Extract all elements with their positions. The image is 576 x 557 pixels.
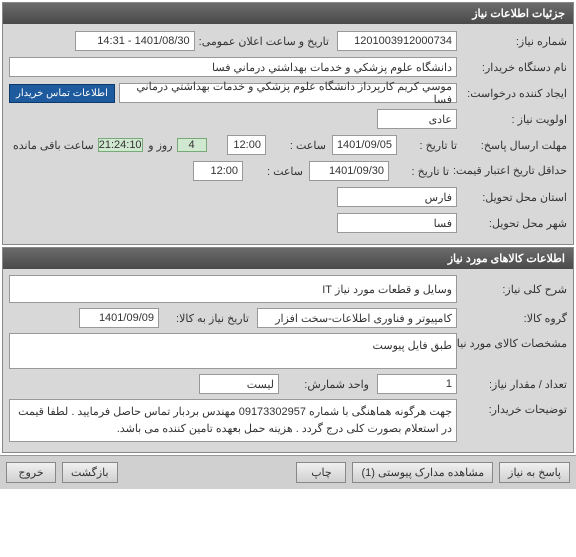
price-valid-date-field: 1401/09/30 bbox=[309, 161, 389, 181]
price-valid-time-field: 12:00 bbox=[193, 161, 243, 181]
priority-field: عادی bbox=[377, 109, 457, 129]
days-and-label: روز و bbox=[143, 139, 173, 152]
group-label: گروه کالا: bbox=[457, 312, 567, 325]
deadline-time-field: 12:00 bbox=[227, 135, 266, 155]
time-label-2: ساعت : bbox=[243, 165, 303, 178]
unit-label: واحد شمارش: bbox=[279, 378, 369, 391]
buyer-org-field: دانشگاه علوم پزشکي و خدمات بهداشتي درمان… bbox=[9, 57, 457, 77]
city-label: شهر محل تحویل: bbox=[457, 217, 567, 230]
spec-label: مشخصات کالای مورد نیاز: bbox=[457, 333, 567, 350]
footer-bar: پاسخ به نیاز مشاهده مدارک پیوستی (1) چاپ… bbox=[0, 455, 576, 489]
qty-field: 1 bbox=[377, 374, 457, 394]
buyer-note-field: جهت هرگونه هماهنگی با شماره 09173302957 … bbox=[9, 399, 457, 442]
creator-label: ایجاد کننده درخواست: bbox=[457, 87, 567, 100]
need-number-label: شماره نیاز: bbox=[457, 35, 567, 48]
remaining-days-field: 4 bbox=[177, 138, 207, 152]
time-label-1: ساعت : bbox=[266, 139, 326, 152]
buyer-note-label: توضیحات خریدار: bbox=[457, 399, 567, 416]
need-panel-body: شماره نیاز: 1201003912000734 تاریخ و ساع… bbox=[3, 24, 573, 244]
group-field: کامپیوتر و فناوری اطلاعات-سخت افزار bbox=[257, 308, 457, 328]
goods-panel: اطلاعات کالاهای مورد نیاز شرح کلی نیاز: … bbox=[2, 247, 574, 453]
remaining-time-field: 21:24:10 bbox=[98, 138, 143, 152]
need-date-field: 1401/09/09 bbox=[79, 308, 159, 328]
province-label: استان محل تحویل: bbox=[457, 191, 567, 204]
creator-field: موسي كريم كارپرداز دانشگاه علوم پزشكي و … bbox=[119, 83, 457, 103]
need-details-panel: جزئیات اطلاعات نیاز شماره نیاز: 12010039… bbox=[2, 2, 574, 245]
goods-panel-body: شرح کلی نیاز: وسایل و قطعات مورد نیاز IT… bbox=[3, 269, 573, 452]
back-button[interactable]: بازگشت bbox=[62, 462, 118, 483]
to-date-label-1: تا تاریخ : bbox=[397, 139, 457, 152]
priority-label: اولویت نیاز : bbox=[457, 113, 567, 126]
deadline-date-field: 1401/09/05 bbox=[332, 135, 397, 155]
spec-field: طبق فایل پیوست bbox=[9, 333, 457, 369]
remaining-suffix-label: ساعت باقی مانده bbox=[9, 139, 94, 152]
panel-header-goods: اطلاعات کالاهای مورد نیاز bbox=[3, 248, 573, 269]
contact-buyer-badge[interactable]: اطلاعات تماس خریدار bbox=[9, 84, 115, 103]
reply-button[interactable]: پاسخ به نیاز bbox=[499, 462, 570, 483]
print-button[interactable]: چاپ bbox=[296, 462, 346, 483]
price-valid-label: حداقل تاریخ اعتبار قیمت: bbox=[449, 164, 567, 178]
exit-button[interactable]: خروج bbox=[6, 462, 56, 483]
announce-field: 1401/08/30 - 14:31 bbox=[75, 31, 195, 51]
province-field: فارس bbox=[337, 187, 457, 207]
attachments-button[interactable]: مشاهده مدارک پیوستی (1) bbox=[352, 462, 493, 483]
need-number-field: 1201003912000734 bbox=[337, 31, 457, 51]
buyer-org-label: نام دستگاه خریدار: bbox=[457, 61, 567, 74]
unit-field: لیست bbox=[199, 374, 279, 394]
desc-label: شرح کلی نیاز: bbox=[457, 283, 567, 296]
announce-label: تاریخ و ساعت اعلان عمومی: bbox=[195, 35, 329, 48]
panel-header-need: جزئیات اطلاعات نیاز bbox=[3, 3, 573, 24]
need-date-label: تاریخ نیاز به کالا: bbox=[159, 312, 249, 325]
to-date-label-2: تا تاریخ : bbox=[389, 165, 449, 178]
qty-label: تعداد / مقدار نیاز: bbox=[457, 378, 567, 391]
city-field: فسا bbox=[337, 213, 457, 233]
desc-field: وسایل و قطعات مورد نیاز IT bbox=[9, 275, 457, 303]
deadline-reply-label: مهلت ارسال پاسخ: bbox=[457, 139, 567, 152]
